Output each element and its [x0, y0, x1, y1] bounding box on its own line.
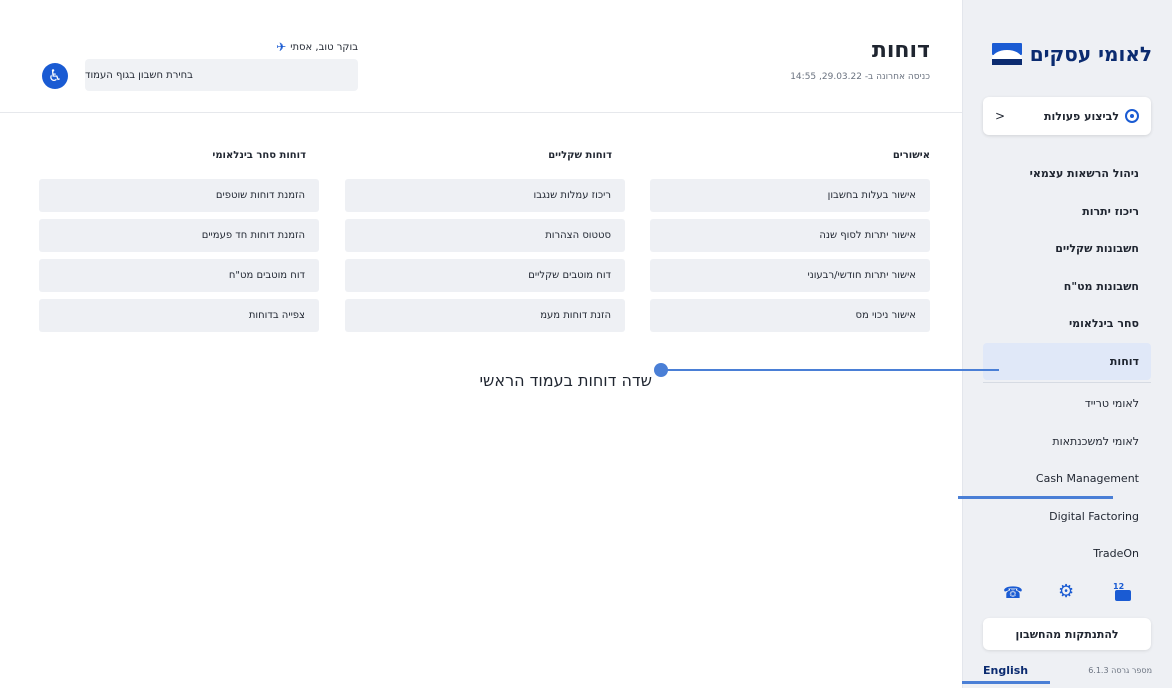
highlight-line: [958, 496, 1113, 499]
report-button[interactable]: אישור יתרות חודשי/רבעוני: [650, 259, 930, 292]
gear-icon[interactable]: [1057, 581, 1077, 604]
sidebar-item-permissions[interactable]: ניהול הרשאות עצמאי: [983, 155, 1151, 193]
sidebar: לאומי עסקים לביצוע פעולות < ניהול הרשאות…: [962, 0, 1172, 688]
leumi-logo-icon: [991, 43, 1022, 65]
report-button[interactable]: דוח מוטבים מט"ח: [39, 259, 319, 292]
brand-name: לאומי עסקים: [1029, 42, 1152, 66]
language-toggle[interactable]: English: [983, 664, 1028, 677]
column-title-shekel-reports: דוחות שקליים: [548, 150, 612, 161]
touch-icon: [1125, 109, 1139, 123]
last-login-text: כניסה אחרונה ב- 29.03.22, 14:55: [790, 72, 930, 82]
highlight-line: [962, 681, 1050, 684]
version-text: מספר גרסה 6.1.3: [1088, 666, 1152, 675]
sidebar-item-leumi-trade[interactable]: לאומי טרייד: [983, 385, 1151, 423]
greeting: בוקר טוב, אסתי ✈: [276, 40, 358, 54]
sidebar-item-balances[interactable]: ריכוז יתרות: [983, 193, 1151, 231]
page-title: דוחות: [871, 38, 930, 63]
column-title-confirmations: אישורים: [892, 150, 930, 161]
report-button[interactable]: צפייה בדוחות: [39, 299, 319, 332]
mail-icon[interactable]: 12: [1113, 582, 1133, 604]
report-button[interactable]: סטטוס הצהרות: [345, 219, 625, 252]
sidebar-item-intl-trade[interactable]: סחר בינלאומי: [983, 305, 1151, 343]
phone-icon[interactable]: [1001, 583, 1023, 604]
sidebar-utility-icons: 12: [983, 581, 1151, 606]
report-button[interactable]: אישור יתרות לסוף שנה: [650, 219, 930, 252]
sidebar-item-cash-management[interactable]: Cash Management: [983, 460, 1151, 498]
report-button[interactable]: הזמנת דוחות שוטפים: [39, 179, 319, 212]
header-divider: [0, 112, 962, 113]
sidebar-item-mortgages[interactable]: לאומי למשכנתאות: [983, 423, 1151, 461]
accessibility-button[interactable]: ♿: [42, 63, 68, 89]
annotation-text: שדה דוחות בעמוד הראשי: [479, 371, 652, 390]
annotation-line: [661, 369, 999, 371]
logout-button[interactable]: להתנתקות מהחשבון: [983, 618, 1151, 650]
sidebar-item-reports[interactable]: דוחות: [983, 342, 1151, 380]
report-button[interactable]: הזנת דוחות מעמ: [345, 299, 625, 332]
sidebar-item-tradeon[interactable]: TradeOn: [983, 535, 1151, 573]
account-select[interactable]: בחירת חשבון בגוף העמוד: [85, 59, 358, 91]
report-button[interactable]: הזמנת דוחות חד פעמיים: [39, 219, 319, 252]
sidebar-nav: ניהול הרשאות עצמאי ריכוז יתרות חשבונות ש…: [983, 155, 1151, 573]
sidebar-divider: [983, 382, 1151, 383]
greeting-text: בוקר טוב, אסתי: [290, 41, 358, 53]
wave-icon: ✈: [276, 40, 287, 54]
annotation-dot: [654, 363, 668, 377]
brand-logo[interactable]: לאומי עסקים: [991, 42, 1152, 66]
accessibility-icon: ♿: [47, 66, 63, 85]
report-button[interactable]: ריכוז עמלות שנגבו: [345, 179, 625, 212]
column-title-intl-trade-reports: דוחות סחר בינלאומי: [212, 150, 306, 161]
chevron-left-icon: <: [995, 109, 1006, 123]
sidebar-item-fx-accounts[interactable]: חשבונות מט"ח: [983, 268, 1151, 306]
actions-menu-label: לביצוע פעולות: [1044, 109, 1119, 123]
actions-menu-button[interactable]: לביצוע פעולות <: [983, 97, 1151, 135]
report-button[interactable]: דוח מוטבים שקליים: [345, 259, 625, 292]
sidebar-item-shekel-accounts[interactable]: חשבונות שקליים: [983, 230, 1151, 268]
report-button[interactable]: אישור בעלות בחשבון: [650, 179, 930, 212]
report-button[interactable]: אישור ניכוי מס: [650, 299, 930, 332]
sidebar-item-digital-factoring[interactable]: Digital Factoring: [983, 498, 1151, 536]
